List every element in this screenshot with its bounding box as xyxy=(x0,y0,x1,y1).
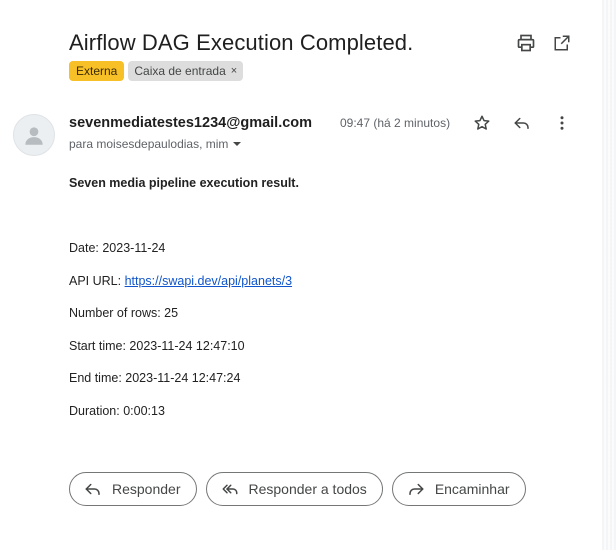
body-duration-line: Duration: 0:00:13 xyxy=(69,404,165,418)
reply-button-label: Responder xyxy=(112,481,181,497)
reply-button[interactable]: Responder xyxy=(69,472,197,506)
body-rows-line: Number of rows: 25 xyxy=(69,306,179,320)
email-subject: Airflow DAG Execution Completed. xyxy=(69,30,414,55)
print-icon[interactable] xyxy=(515,32,537,54)
recipients-line[interactable]: para moisesdepaulodias, mim xyxy=(69,137,242,151)
person-icon xyxy=(25,127,43,145)
body-start-line: Start time: 2023-11-24 12:47:10 xyxy=(69,339,245,353)
reply-icon xyxy=(85,483,100,495)
right-scroll-area xyxy=(602,0,616,550)
forward-button[interactable]: Encaminhar xyxy=(391,472,526,506)
timestamp: 09:47 (há 2 minutos) xyxy=(340,116,451,130)
caret-down-icon[interactable] xyxy=(232,139,242,149)
body-end-line: End time: 2023-11-24 12:47:24 xyxy=(69,371,241,385)
api-url-link[interactable]: https://swapi.dev/api/planets/3 xyxy=(125,274,292,288)
forward-icon xyxy=(409,483,424,495)
forward-button-label: Encaminhar xyxy=(434,481,510,497)
remove-label-icon[interactable]: × xyxy=(231,64,237,78)
external-label-chip: Externa xyxy=(69,61,125,81)
body-date-line: Date: 2023-11-24 xyxy=(69,241,166,255)
open-in-new-icon[interactable] xyxy=(551,32,573,54)
reply-all-button[interactable]: Responder a todos xyxy=(205,472,383,506)
api-url-label: API URL: xyxy=(69,274,125,288)
sender-email[interactable]: sevenmediatestes1234@gmail.com xyxy=(69,115,312,131)
label-row: Externa Caixa de entrada × xyxy=(69,61,244,81)
avatar xyxy=(13,114,55,156)
body-api-line: API URL: https://swapi.dev/api/planets/3 xyxy=(69,274,292,288)
more-vert-icon[interactable] xyxy=(552,113,572,133)
reply-all-button-label: Responder a todos xyxy=(248,481,367,497)
star-icon[interactable] xyxy=(472,113,492,133)
inbox-label-chip: Caixa de entrada × xyxy=(128,61,244,81)
inbox-label-text: Caixa de entrada xyxy=(134,64,226,78)
reply-actions: Responder Responder a todos Encaminhar xyxy=(69,472,526,506)
body-heading: Seven media pipeline execution result. xyxy=(69,176,299,190)
reply-icon[interactable] xyxy=(512,113,532,133)
recipients-text: para moisesdepaulodias, mim xyxy=(69,137,229,151)
reply-all-icon xyxy=(222,484,237,495)
